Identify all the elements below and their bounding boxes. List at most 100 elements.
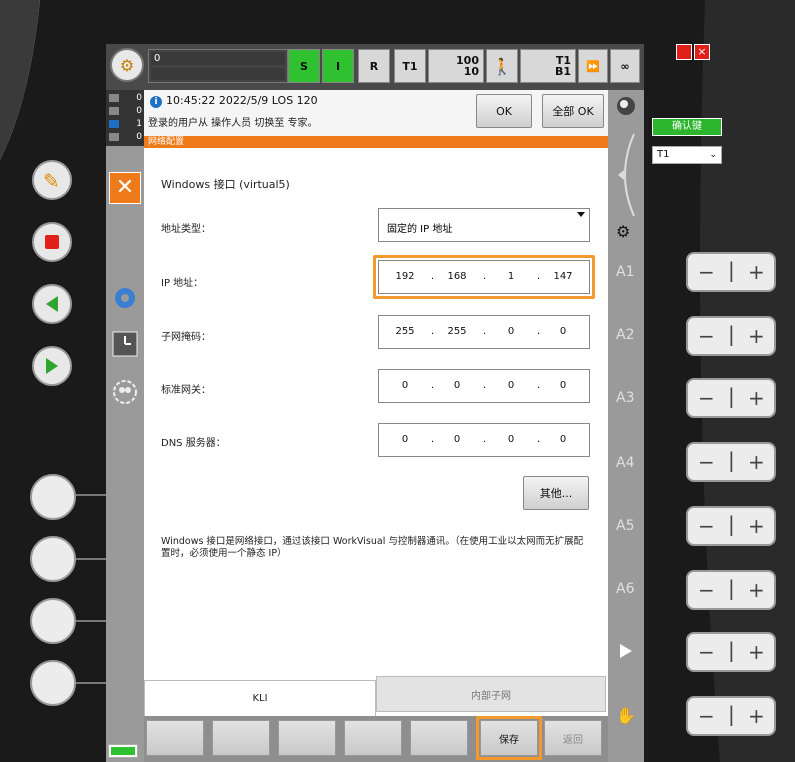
minus-icon[interactable]: − (698, 386, 715, 410)
robot-icon[interactable]: ⚙ (110, 48, 144, 82)
minimize-button[interactable] (676, 44, 692, 60)
message-counts[interactable]: 0 0 1 0 (106, 90, 144, 146)
axis-label-a2: A2 (616, 327, 635, 343)
gateway-octet-3[interactable]: 0 (491, 380, 531, 391)
close-icon[interactable]: ✕ (109, 172, 141, 204)
address-type-select[interactable]: 固定的 IP 地址 (378, 208, 590, 242)
hand-icon[interactable]: ✋ (616, 706, 636, 725)
robot-interpreter-button[interactable]: R (358, 49, 390, 83)
jog-key-7[interactable]: − | + (686, 632, 776, 672)
jog-key-a1[interactable]: − | + (686, 252, 776, 292)
softkey-empty-3[interactable] (278, 720, 336, 756)
gear-icon[interactable] (111, 284, 139, 312)
save-button[interactable]: 保存 (480, 720, 538, 756)
minus-icon[interactable]: − (698, 640, 715, 664)
submit-status-button[interactable]: S (288, 49, 320, 83)
plus-icon[interactable]: + (748, 578, 765, 602)
message-time: i 10:45:22 2022/5/9 LOS 120 (150, 94, 318, 108)
dns-octet-1[interactable]: 0 (385, 434, 425, 445)
dns-octet-3[interactable]: 0 (491, 434, 531, 445)
ip-address-field[interactable]: 192 . 168 . 1 . 147 (378, 260, 590, 294)
ip-octet-2[interactable]: 168 (437, 271, 477, 282)
jog-key-8[interactable]: − | + (686, 696, 776, 736)
forward-key-button[interactable] (32, 346, 72, 386)
minus-icon[interactable]: − (698, 324, 715, 348)
axis-label-a6: A6 (616, 581, 635, 597)
tab-kli[interactable]: KLI (144, 680, 376, 716)
left-softkey-2[interactable] (30, 536, 76, 582)
walking-figure-icon[interactable]: 🚶 (486, 49, 518, 83)
ip-dot: . (483, 380, 487, 391)
drive-status-button[interactable]: I (322, 49, 354, 83)
override-button[interactable]: 100 10 (428, 49, 484, 83)
softkey-empty-4[interactable] (344, 720, 402, 756)
program-box[interactable]: 0 (148, 49, 288, 83)
gateway-octet-2[interactable]: 0 (437, 380, 477, 391)
jog-key-a4[interactable]: − | + (686, 442, 776, 482)
softkey-empty-1[interactable] (146, 720, 204, 756)
user-group-icon[interactable] (111, 378, 139, 406)
minus-icon[interactable]: − (698, 514, 715, 538)
other-button[interactable]: 其他... (523, 476, 589, 510)
plus-icon[interactable]: + (748, 640, 765, 664)
left-softkey-4[interactable] (30, 660, 76, 706)
subnet-mask-field[interactable]: 255 . 255 . 0 . 0 (378, 315, 590, 349)
clock-icon[interactable] (111, 330, 139, 358)
plus-icon[interactable]: + (748, 386, 765, 410)
stop-key-button[interactable] (32, 222, 72, 262)
gateway-field[interactable]: 0 . 0 . 0 . 0 (378, 369, 590, 403)
infinity-button[interactable]: ∞ (610, 49, 640, 83)
plus-icon[interactable]: + (748, 514, 765, 538)
left-softkey-connector (76, 620, 106, 622)
confirm-key-button[interactable]: 确认键 (652, 118, 722, 136)
subnet-octet-3[interactable]: 0 (491, 326, 531, 337)
all-ok-button[interactable]: 全部 OK (542, 94, 604, 128)
minus-icon[interactable]: − (698, 578, 715, 602)
globe-icon[interactable] (614, 94, 638, 118)
robot-arm-icon[interactable]: ⚙ (616, 222, 630, 241)
tool-base-button[interactable]: T1 B1 (520, 49, 576, 83)
play-icon[interactable] (618, 642, 634, 660)
jog-arc-icon[interactable] (614, 130, 640, 220)
jog-key-a5[interactable]: − | + (686, 506, 776, 546)
minus-icon[interactable]: − (698, 260, 715, 284)
mode-select[interactable]: T1 ⌄ (652, 146, 722, 164)
ok-button[interactable]: OK (476, 94, 532, 128)
program-bar (151, 68, 285, 80)
backward-key-button[interactable] (32, 284, 72, 324)
minus-icon[interactable]: − (698, 450, 715, 474)
dns-octet-2[interactable]: 0 (437, 434, 477, 445)
subnet-octet-1[interactable]: 255 (385, 326, 425, 337)
jog-mode-icon[interactable]: ⏩ (578, 49, 608, 83)
left-softkey-1[interactable] (30, 474, 76, 520)
ip-octet-4[interactable]: 147 (543, 271, 583, 282)
gateway-octet-1[interactable]: 0 (385, 380, 425, 391)
ip-dot: . (537, 326, 541, 337)
tab-internal-subnet[interactable]: 内部子网 (376, 676, 606, 712)
softkey-empty-2[interactable] (212, 720, 270, 756)
ip-octet-3[interactable]: 1 (491, 271, 531, 282)
edit-key-button[interactable]: ✎ (32, 160, 72, 200)
jog-key-a6[interactable]: − | + (686, 570, 776, 610)
left-softkey-connector (76, 558, 106, 560)
plus-icon[interactable]: + (748, 260, 765, 284)
mode-button[interactable]: T1 (394, 49, 426, 83)
subnet-mask-label: 子网掩码： (161, 332, 211, 343)
dns-server-field[interactable]: 0 . 0 . 0 . 0 (378, 423, 590, 457)
left-softkey-3[interactable] (30, 598, 76, 644)
plus-icon[interactable]: + (748, 324, 765, 348)
plus-icon[interactable]: + (748, 450, 765, 474)
gateway-octet-4[interactable]: 0 (543, 380, 583, 391)
back-button[interactable]: 返回 (544, 720, 602, 756)
subnet-octet-4[interactable]: 0 (543, 326, 583, 337)
minus-icon[interactable]: − (698, 704, 715, 728)
message-text: 登录的用户从 操作人员 切换至 专家。 (148, 118, 318, 129)
softkey-empty-5[interactable] (410, 720, 468, 756)
window-close-button[interactable]: × (694, 44, 710, 60)
jog-key-a2[interactable]: − | + (686, 316, 776, 356)
ip-octet-1[interactable]: 192 (385, 271, 425, 282)
dns-octet-4[interactable]: 0 (543, 434, 583, 445)
jog-key-a3[interactable]: − | + (686, 378, 776, 418)
subnet-octet-2[interactable]: 255 (437, 326, 477, 337)
plus-icon[interactable]: + (748, 704, 765, 728)
